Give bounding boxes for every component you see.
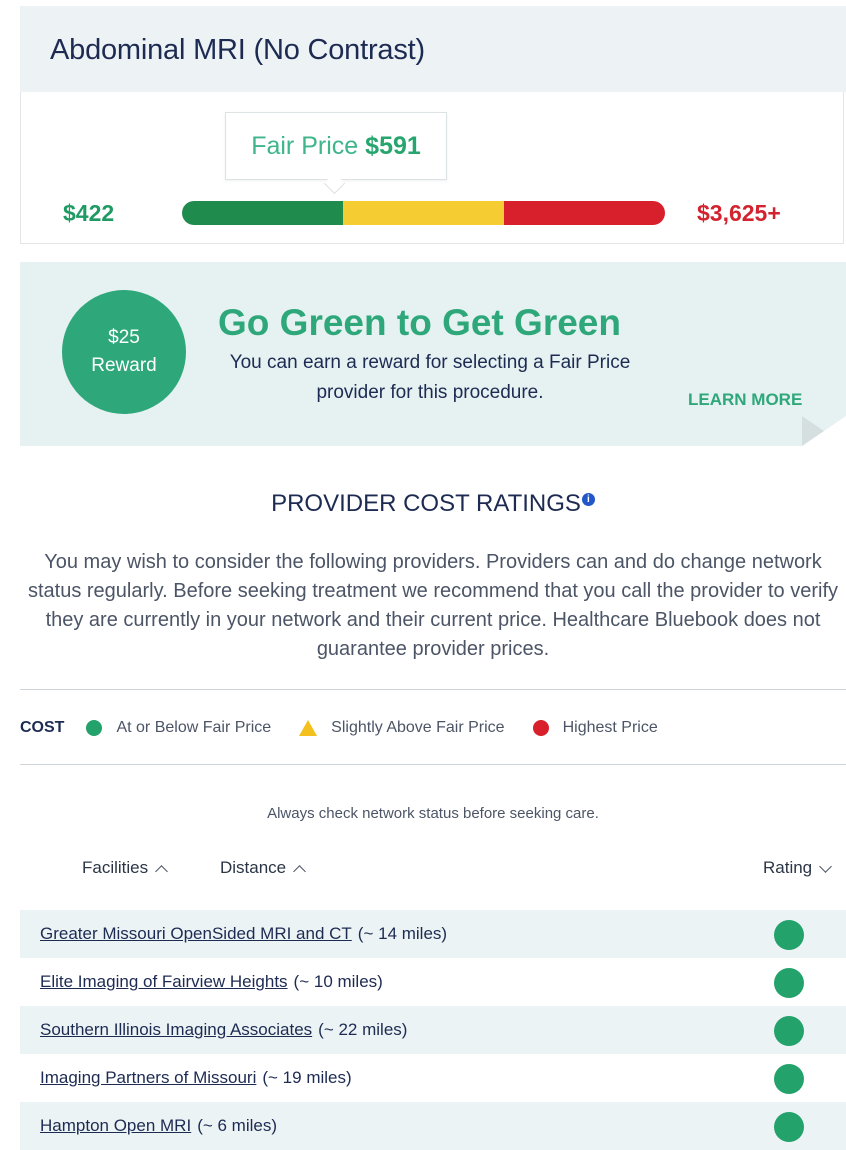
divider bbox=[20, 764, 846, 765]
reward-title: Go Green to Get Green bbox=[218, 302, 621, 343]
green-rating-icon bbox=[774, 968, 804, 998]
provider-distance: (~ 14 miles) bbox=[357, 924, 448, 943]
reward-label: Reward bbox=[91, 355, 157, 376]
page-curl-corner-cut bbox=[802, 416, 846, 446]
bar-segment-yellow bbox=[343, 201, 504, 225]
disclaimer-text: You may wish to consider the following p… bbox=[27, 551, 838, 660]
section-title: PROVIDER COST RATINGS i bbox=[0, 490, 846, 518]
reward-badge: $25 Reward bbox=[62, 290, 186, 414]
list-item: Southern Illinois Imaging Associates (~ … bbox=[20, 1006, 846, 1054]
chevron-up-icon bbox=[293, 864, 307, 878]
provider-link[interactable]: Greater Missouri OpenSided MRI and CT bbox=[40, 924, 352, 944]
chevron-down-icon bbox=[819, 859, 833, 873]
sort-facilities[interactable]: Facilities bbox=[82, 858, 168, 878]
cost-legend: COST At or Below Fair Price Slightly Abo… bbox=[20, 716, 658, 740]
section-title-text: PROVIDER COST RATINGS bbox=[271, 490, 581, 517]
network-note: Always check network status before seeki… bbox=[267, 805, 599, 822]
provider-link[interactable]: Elite Imaging of Fairview Heights bbox=[40, 972, 288, 992]
divider bbox=[20, 689, 846, 690]
green-circle-icon bbox=[86, 720, 103, 736]
price-range-bar bbox=[182, 201, 665, 225]
list-item: Hampton Open MRI (~ 6 miles) bbox=[20, 1102, 846, 1150]
red-circle-icon bbox=[532, 720, 549, 736]
list-item: Greater Missouri OpenSided MRI and CT (~… bbox=[20, 910, 846, 958]
reward-amount: $25 bbox=[108, 327, 140, 348]
green-rating-icon bbox=[774, 1016, 804, 1046]
provider-distance: (~ 22 miles) bbox=[318, 1020, 408, 1039]
green-rating-icon bbox=[774, 1064, 804, 1094]
provider-distance: (~ 19 miles) bbox=[262, 1068, 352, 1087]
legend-red-label: Highest Price bbox=[562, 719, 658, 736]
info-icon[interactable]: i bbox=[581, 493, 595, 506]
list-item: Elite Imaging of Fairview Heights (~ 10 … bbox=[20, 958, 846, 1006]
low-price: $422 bbox=[63, 200, 115, 226]
provider-distance: (~ 6 miles) bbox=[197, 1116, 278, 1135]
yellow-triangle-icon bbox=[299, 720, 318, 736]
bar-segment-red bbox=[504, 201, 665, 225]
chevron-up-icon bbox=[155, 864, 168, 878]
page-title: Abdominal MRI (No Contrast) bbox=[50, 34, 425, 66]
list-item: Imaging Partners of Missouri (~ 19 miles… bbox=[20, 1054, 846, 1102]
high-price: $3,625+ bbox=[697, 200, 781, 226]
legend-yellow-label: Slightly Above Fair Price bbox=[331, 719, 505, 736]
sort-rating[interactable]: Rating bbox=[763, 858, 833, 878]
reward-description: You can earn a reward for selecting a Fa… bbox=[229, 352, 631, 403]
sort-distance-label: Distance bbox=[220, 858, 287, 877]
sort-rating-label: Rating bbox=[763, 858, 813, 877]
green-rating-icon bbox=[774, 1112, 804, 1142]
green-rating-icon bbox=[774, 920, 804, 950]
fair-price-tooltip: Fair Price $591 bbox=[225, 112, 447, 180]
bar-segment-green bbox=[182, 201, 343, 225]
legend-green-label: At or Below Fair Price bbox=[116, 719, 272, 736]
price-range-card: Fair Price $591 $422 $3,625+ bbox=[20, 92, 844, 244]
reward-banner: $25 Reward Go Green to Get Green You can… bbox=[20, 262, 846, 446]
procedure-header: Abdominal MRI (No Contrast) bbox=[20, 6, 846, 92]
fair-price-value: $591 bbox=[365, 131, 421, 160]
provider-link[interactable]: Imaging Partners of Missouri bbox=[40, 1068, 256, 1088]
fair-price-label: Fair Price bbox=[251, 131, 359, 160]
provider-distance: (~ 10 miles) bbox=[293, 972, 383, 991]
sort-distance[interactable]: Distance bbox=[220, 858, 307, 878]
provider-link[interactable]: Hampton Open MRI bbox=[40, 1116, 191, 1136]
provider-list: Greater Missouri OpenSided MRI and CT (~… bbox=[20, 910, 846, 1150]
provider-link[interactable]: Southern Illinois Imaging Associates bbox=[40, 1020, 312, 1040]
legend-title: COST bbox=[20, 719, 65, 736]
sort-facilities-label: Facilities bbox=[82, 858, 149, 877]
learn-more-link[interactable]: LEARN MORE bbox=[688, 390, 802, 410]
